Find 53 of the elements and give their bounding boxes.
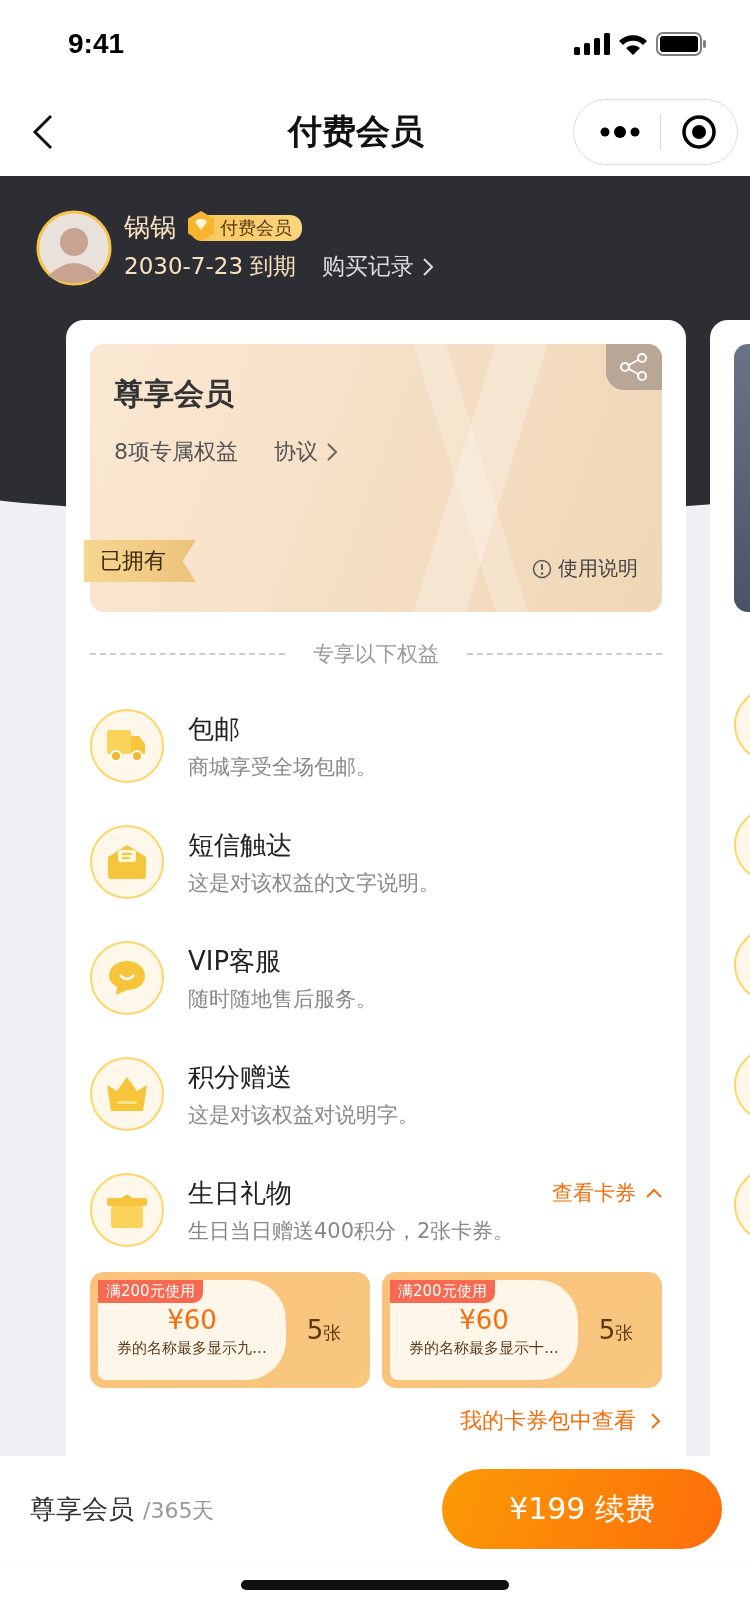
badge-label: 付费会员	[220, 215, 292, 240]
section-heading: 专享以下权益	[313, 641, 439, 668]
agreement-link[interactable]: 协议	[274, 437, 338, 467]
coupon-amount: ¥60	[459, 1305, 509, 1335]
coupon-condition: 满200元使用	[98, 1280, 203, 1303]
signal-icon	[574, 33, 610, 55]
coupon-name: 券的名称最多显示九...	[117, 1339, 267, 1358]
benefit-description: 生日当日赠送400积分，2张卡券。	[188, 1217, 516, 1245]
benefit-title: 包邮	[188, 712, 240, 746]
expiry-date: 2030-7-23 到期	[124, 252, 297, 281]
coupon-count: 5张	[598, 1315, 634, 1345]
chat-bubble-icon	[108, 960, 146, 996]
page-title: 付费会员	[287, 110, 424, 153]
crown-icon	[107, 1077, 147, 1111]
coupon-name: 券的名称最多显示十...	[409, 1339, 559, 1358]
view-coupons-toggle[interactable]: 查看卡券	[552, 1179, 662, 1207]
footer-plan-name: 尊享会员	[30, 1493, 134, 1524]
coupon-wallet-link[interactable]: 我的卡券包中查看	[460, 1406, 662, 1436]
info-icon	[532, 558, 552, 579]
owned-ribbon: 已拥有	[84, 540, 196, 582]
chevron-right-icon	[422, 256, 435, 277]
coupon-condition: 满200元使用	[390, 1280, 495, 1303]
benefit-description: 随时随地售后服务。	[188, 985, 378, 1013]
status-time: 9:41	[68, 28, 125, 60]
chevron-right-icon	[650, 1411, 662, 1431]
coupon-count: 5张	[306, 1315, 342, 1345]
avatar-icon	[36, 210, 112, 286]
coupon-amount: ¥60	[167, 1305, 217, 1335]
more-icon[interactable]	[600, 126, 640, 138]
plan-title: 尊享会员	[114, 375, 235, 413]
benefit-title: VIP客服	[188, 944, 282, 978]
share-icon	[619, 352, 649, 382]
gift-box-icon	[107, 1192, 147, 1228]
benefit-title: 积分赠送	[188, 1060, 292, 1094]
close-icon[interactable]	[681, 114, 717, 150]
benefit-description: 商城享受全场包邮。	[188, 753, 378, 781]
benefit-description: 这是对该权益对说明字。	[188, 1101, 420, 1129]
benefit-count: 8项专属权益	[114, 438, 238, 466]
envelope-icon	[108, 845, 146, 879]
usage-help-link[interactable]: 使用说明	[532, 555, 638, 582]
truck-icon	[107, 730, 147, 762]
back-icon[interactable]	[32, 114, 54, 150]
battery-icon	[656, 32, 706, 56]
diamond-icon	[186, 210, 216, 242]
user-name: 锅锅	[124, 211, 176, 244]
chevron-right-icon	[326, 442, 338, 462]
footer-period: /365天	[143, 1497, 215, 1523]
purchase-records-link[interactable]: 购买记录	[322, 251, 435, 282]
caret-up-icon	[646, 1188, 662, 1198]
benefit-description: 这是对该权益的文字说明。	[188, 869, 441, 897]
benefit-title: 生日礼物	[188, 1176, 292, 1210]
benefit-title: 短信触达	[188, 828, 292, 862]
wifi-icon	[618, 33, 648, 55]
